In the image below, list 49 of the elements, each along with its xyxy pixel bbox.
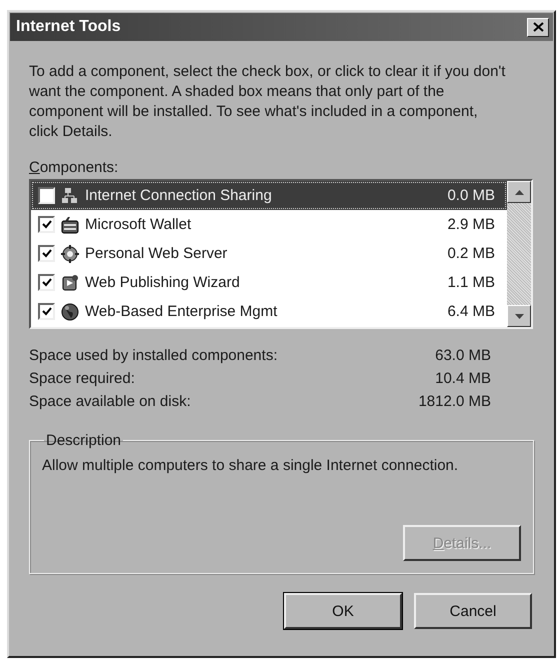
close-icon bbox=[532, 22, 544, 32]
space-value: 1812.0 MB bbox=[418, 393, 491, 410]
component-size: 0.2 MB bbox=[447, 245, 495, 262]
checkmark-icon bbox=[42, 307, 52, 316]
component-row[interactable]: Microsoft Wallet 2.9 MB bbox=[31, 210, 507, 239]
component-name: Web Publishing Wizard bbox=[85, 274, 241, 291]
up-arrow-icon bbox=[514, 190, 524, 194]
scroll-bar[interactable] bbox=[507, 181, 531, 327]
checkmark-icon bbox=[42, 249, 52, 258]
checkbox[interactable] bbox=[38, 303, 55, 320]
window-title: Internet Tools bbox=[16, 18, 121, 36]
component-name: Personal Web Server bbox=[85, 245, 228, 262]
space-label: Space available on disk: bbox=[29, 393, 191, 410]
scroll-down-button[interactable] bbox=[507, 305, 531, 327]
component-row[interactable]: Web-Based Enterprise Mgmt 6.4 MB bbox=[31, 297, 507, 326]
network-icon bbox=[61, 186, 79, 204]
ok-button[interactable]: OK bbox=[284, 593, 402, 629]
scroll-up-button[interactable] bbox=[507, 181, 531, 203]
component-size: 0.0 MB bbox=[447, 187, 495, 204]
space-value: 10.4 MB bbox=[435, 370, 491, 387]
close-button[interactable] bbox=[527, 18, 549, 36]
cancel-button[interactable]: Cancel bbox=[414, 593, 532, 629]
checkmark-icon bbox=[42, 220, 52, 229]
component-size: 1.1 MB bbox=[447, 274, 495, 291]
component-row[interactable]: Personal Web Server 0.2 MB bbox=[31, 239, 507, 268]
component-size: 2.9 MB bbox=[447, 216, 495, 233]
globe-icon bbox=[61, 302, 79, 320]
component-row[interactable]: Internet Connection Sharing 0.0 MB bbox=[31, 181, 507, 210]
wizard-icon bbox=[61, 274, 79, 292]
gear-icon bbox=[61, 244, 79, 262]
space-label: Space used by installed components: bbox=[29, 347, 278, 364]
checkbox[interactable] bbox=[38, 274, 55, 291]
description-text: Allow multiple computers to share a single Internet connection. bbox=[42, 457, 460, 474]
component-name: Microsoft Wallet bbox=[85, 216, 192, 233]
component-row[interactable]: Web Publishing Wizard 1.1 MB bbox=[31, 268, 507, 297]
component-size: 6.4 MB bbox=[447, 303, 495, 320]
space-label: Space required: bbox=[29, 370, 135, 387]
space-value: 63.0 MB bbox=[435, 347, 491, 364]
down-arrow-icon bbox=[514, 314, 524, 318]
description-title: Description bbox=[45, 432, 122, 449]
checkmark-icon bbox=[42, 278, 52, 287]
components-label: Components: bbox=[29, 159, 118, 176]
component-name: Web-Based Enterprise Mgmt bbox=[85, 303, 278, 320]
wallet-icon bbox=[61, 216, 79, 234]
checkbox[interactable] bbox=[38, 187, 55, 204]
component-name: Internet Connection Sharing bbox=[85, 187, 273, 204]
checkbox[interactable] bbox=[38, 245, 55, 262]
checkbox[interactable] bbox=[38, 216, 55, 233]
instructions-text: To add a component, select the check box, or click to clear it if you don't want the component. A shaded box means that only part of the component will be installed. To see what's included in a component, click Details. bbox=[29, 62, 506, 142]
